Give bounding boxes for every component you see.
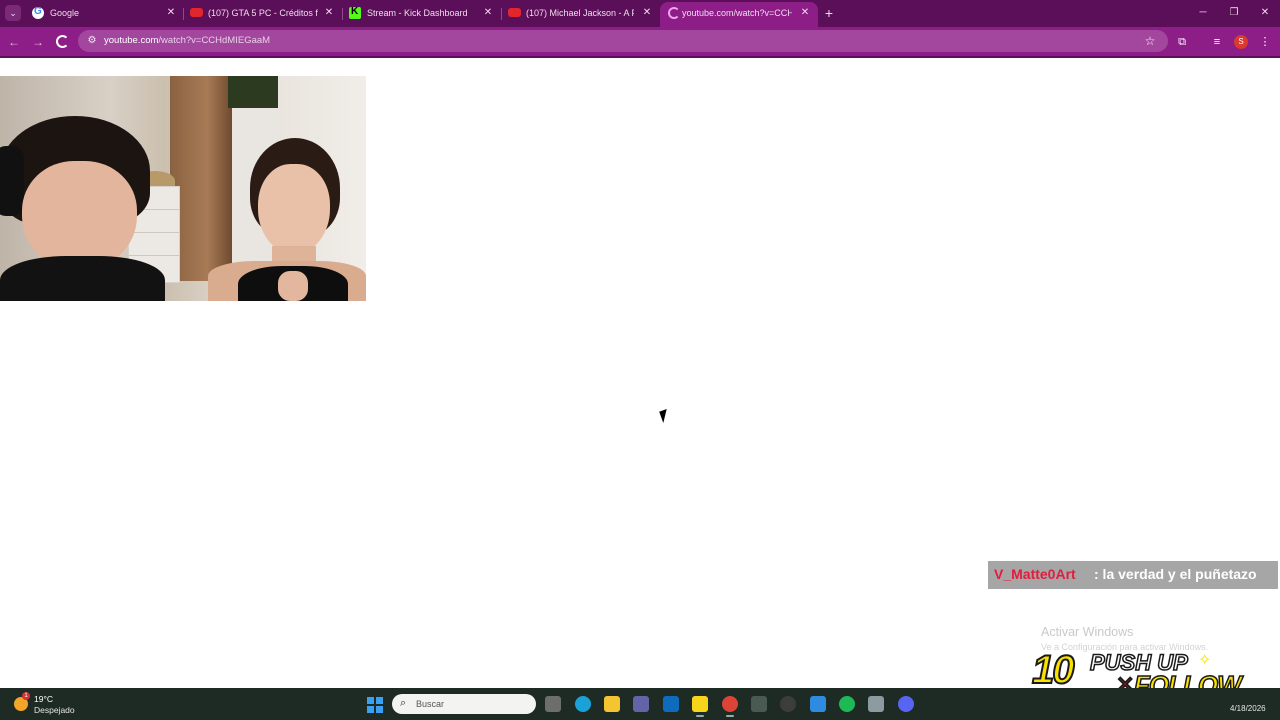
tab-search-icon[interactable]: ⌄: [5, 5, 21, 21]
close-icon[interactable]: ✕: [322, 6, 336, 20]
sparkle-icon: ✧: [1198, 652, 1212, 669]
close-window-icon[interactable]: ✕: [1257, 5, 1273, 21]
new-tab-icon[interactable]: +: [822, 6, 836, 20]
search-placeholder: Buscar: [416, 699, 445, 709]
url-path: /watch?v=CCHdMIEGaaM: [158, 35, 271, 46]
chat-username: V_Matte0Art: [994, 566, 1076, 582]
minimize-icon[interactable]: ─: [1195, 5, 1211, 21]
goal-number: 10: [1031, 648, 1075, 692]
mouse-cursor-icon: [659, 408, 671, 424]
kick-icon: [349, 6, 361, 19]
youtube-icon: [508, 8, 521, 17]
tab-title: Google: [50, 8, 80, 18]
taskbar-search-input[interactable]: ⌕ Buscar: [392, 694, 536, 714]
back-icon[interactable]: ←: [6, 34, 22, 50]
discord-icon[interactable]: [898, 696, 914, 712]
tab-title: Stream - Kick Dashboard: [367, 8, 468, 18]
site-settings-icon[interactable]: ⚙: [86, 35, 98, 47]
chat-message-overlay: V_Matte0Art : la verdad y el puñetazo: [988, 561, 1278, 589]
address-bar[interactable]: ⚙ youtube.com/watch?v=CCHdMIEGaaM ☆: [78, 30, 1168, 52]
weather-condition[interactable]: Despejado: [34, 705, 75, 715]
sticky-notes-icon[interactable]: [692, 696, 708, 717]
forward-icon[interactable]: →: [30, 34, 46, 50]
bookmark-star-icon[interactable]: ☆: [1142, 33, 1158, 49]
activate-windows-title: Activar Windows: [1041, 625, 1134, 639]
obs-icon[interactable]: [780, 696, 796, 712]
chat-text: : la verdad y el puñetazo: [1094, 566, 1257, 582]
close-icon[interactable]: ✕: [481, 6, 495, 20]
profile-avatar[interactable]: S: [1234, 35, 1248, 49]
tab-title: youtube.com/watch?v=CCHdM: [682, 8, 792, 18]
tab-gta5[interactable]: (107) GTA 5 PC - Créditos finale ✕: [190, 0, 340, 27]
tab-kick-dashboard[interactable]: Stream - Kick Dashboard ✕: [349, 0, 499, 27]
close-icon[interactable]: ✕: [640, 6, 654, 20]
menu-kebab-icon[interactable]: ⋮: [1257, 34, 1273, 50]
chrome-icon[interactable]: [722, 696, 738, 717]
spotify-icon[interactable]: [839, 696, 855, 712]
photos-icon[interactable]: [810, 696, 826, 712]
tab-title: (107) Michael Jackson - A Place: [526, 8, 634, 18]
url-host: youtube.com: [104, 35, 159, 46]
file-explorer-icon[interactable]: [604, 696, 620, 712]
outlook-icon[interactable]: [663, 696, 679, 712]
webcam-feed: [0, 76, 366, 301]
tab-separator: [342, 8, 343, 20]
url-text[interactable]: youtube.com/watch?v=CCHdMIEGaaM: [104, 35, 270, 46]
xbox-game-bar-icon[interactable]: [751, 696, 767, 712]
google-icon: [32, 6, 44, 19]
browser-toolbar: ← → ⚙ youtube.com/watch?v=CCHdMIEGaaM ☆ …: [0, 27, 1280, 56]
start-windows-icon[interactable]: [367, 697, 383, 713]
tab-google[interactable]: Google ✕: [32, 0, 182, 27]
taskbar-date[interactable]: 4/18/2026: [1230, 704, 1266, 713]
tab-michael-jackson[interactable]: (107) Michael Jackson - A Place ✕: [508, 0, 658, 27]
task-view-icon[interactable]: [545, 696, 561, 712]
close-icon[interactable]: ✕: [798, 6, 812, 20]
page-content: V_Matte0Art : la verdad y el puñetazo Ac…: [0, 58, 1280, 699]
weather-temperature[interactable]: 19°C: [34, 694, 53, 704]
search-icon: ⌕: [400, 697, 407, 709]
tab-strip: ⌄ Google ✕ (107) GTA 5 PC - Créditos fin…: [0, 0, 1280, 27]
restore-icon[interactable]: ❐: [1226, 5, 1242, 21]
close-icon[interactable]: ✕: [164, 6, 178, 20]
tab-youtube-watch[interactable]: youtube.com/watch?v=CCHdM ✕: [660, 2, 818, 27]
tab-separator: [183, 8, 184, 20]
teams-icon[interactable]: [633, 696, 649, 712]
media-control-icon[interactable]: ≡: [1209, 34, 1225, 50]
youtube-icon: [190, 8, 203, 17]
windows-taskbar: 1 19°C Despejado ⌕ Buscar 4/18/2026: [0, 688, 1280, 720]
extensions-icon[interactable]: ⧉: [1174, 34, 1190, 50]
weather-badge: 1: [22, 692, 30, 700]
loading-spinner-icon[interactable]: [56, 35, 69, 48]
edge-icon[interactable]: [575, 696, 591, 712]
loading-icon: [668, 7, 680, 19]
tab-separator: [501, 8, 502, 20]
tab-title: (107) GTA 5 PC - Créditos finale: [208, 8, 318, 18]
calculator-icon[interactable]: [868, 696, 884, 712]
